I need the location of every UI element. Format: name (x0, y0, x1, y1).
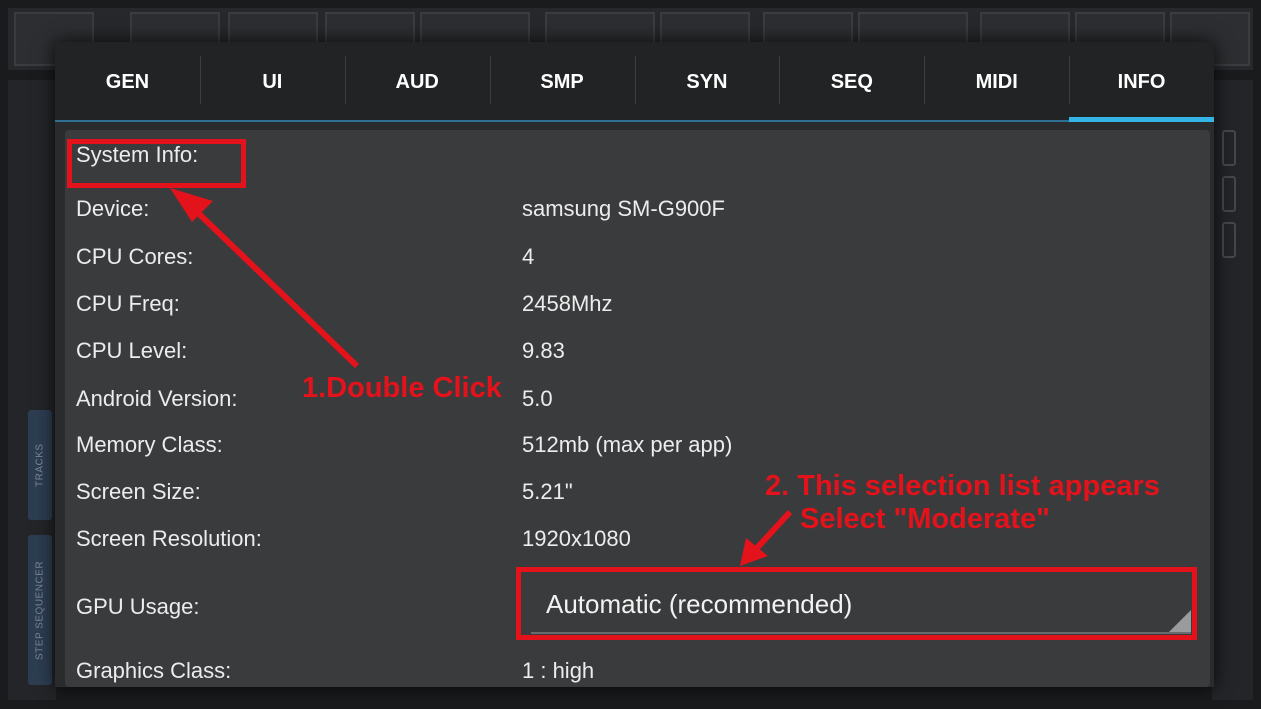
background-tab-tracks: TRACKS (28, 410, 52, 520)
info-label: Screen Resolution: (76, 526, 262, 551)
tab-smp[interactable]: SMP (489, 42, 635, 122)
info-value: samsung SM-G900F (522, 196, 725, 221)
settings-tab-bar: GEN UI AUD SMP SYN SEQ MIDI INFO (55, 42, 1214, 122)
tab-label: AUD (395, 70, 439, 93)
info-label: Screen Size: (76, 479, 201, 504)
info-label: GPU Usage: (76, 594, 200, 619)
tab-syn[interactable]: SYN (634, 42, 780, 122)
info-label: Memory Class: (76, 432, 223, 457)
info-value: 5.0 (522, 386, 553, 411)
tab-underline (55, 120, 200, 122)
info-label: CPU Cores: (76, 244, 194, 269)
background-slot (1222, 222, 1236, 258)
background-right-panel (1212, 80, 1253, 700)
background-tab-step-sequencer: STEP SEQUENCER (28, 535, 52, 685)
tab-label: MIDI (975, 70, 1018, 93)
info-value: 1920x1080 (522, 526, 631, 551)
info-value: 512mb (max per app) (522, 432, 733, 457)
info-label: Android Version: (76, 386, 238, 411)
annotation-step-1: 1.Double Click (302, 372, 502, 404)
tab-label: SEQ (830, 70, 873, 93)
tab-underline (924, 120, 1070, 122)
info-value: 2458Mhz (522, 291, 613, 316)
tab-underline (344, 120, 490, 122)
annotation-step-2-line-1: 2. This selection list appears (765, 470, 1160, 502)
tab-label: SMP (540, 70, 584, 93)
tab-seq[interactable]: SEQ (779, 42, 925, 122)
tab-underline-active (1069, 117, 1214, 122)
tab-underline (779, 120, 925, 122)
tab-info[interactable]: INFO (1069, 42, 1214, 122)
tab-midi[interactable]: MIDI (924, 42, 1070, 122)
info-value: 1 : high (522, 658, 595, 683)
info-label: CPU Freq: (76, 291, 180, 316)
tab-aud[interactable]: AUD (344, 42, 490, 122)
highlight-gpu-usage-dropdown (516, 567, 1197, 640)
info-value: 4 (522, 244, 535, 269)
info-label: CPU Level: (76, 338, 188, 363)
info-value: 5.21" (522, 479, 573, 504)
tab-label: INFO (1117, 70, 1166, 93)
background-slot (1222, 176, 1236, 212)
highlight-system-info (67, 139, 246, 188)
tab-underline (634, 120, 780, 122)
annotation-step-2-line-2: Select "Moderate" (800, 503, 1050, 535)
tab-underline (199, 120, 345, 122)
info-label: Graphics Class: (76, 658, 232, 683)
tab-gen[interactable]: GEN (55, 42, 200, 122)
background-slot (1222, 130, 1236, 166)
tab-underline (489, 120, 635, 122)
info-label: Device: (76, 196, 150, 221)
info-value: 9.83 (522, 338, 565, 363)
tab-label: GEN (105, 70, 150, 93)
tab-label: UI (262, 70, 283, 93)
tab-ui[interactable]: UI (199, 42, 345, 122)
tab-label: SYN (686, 70, 728, 93)
